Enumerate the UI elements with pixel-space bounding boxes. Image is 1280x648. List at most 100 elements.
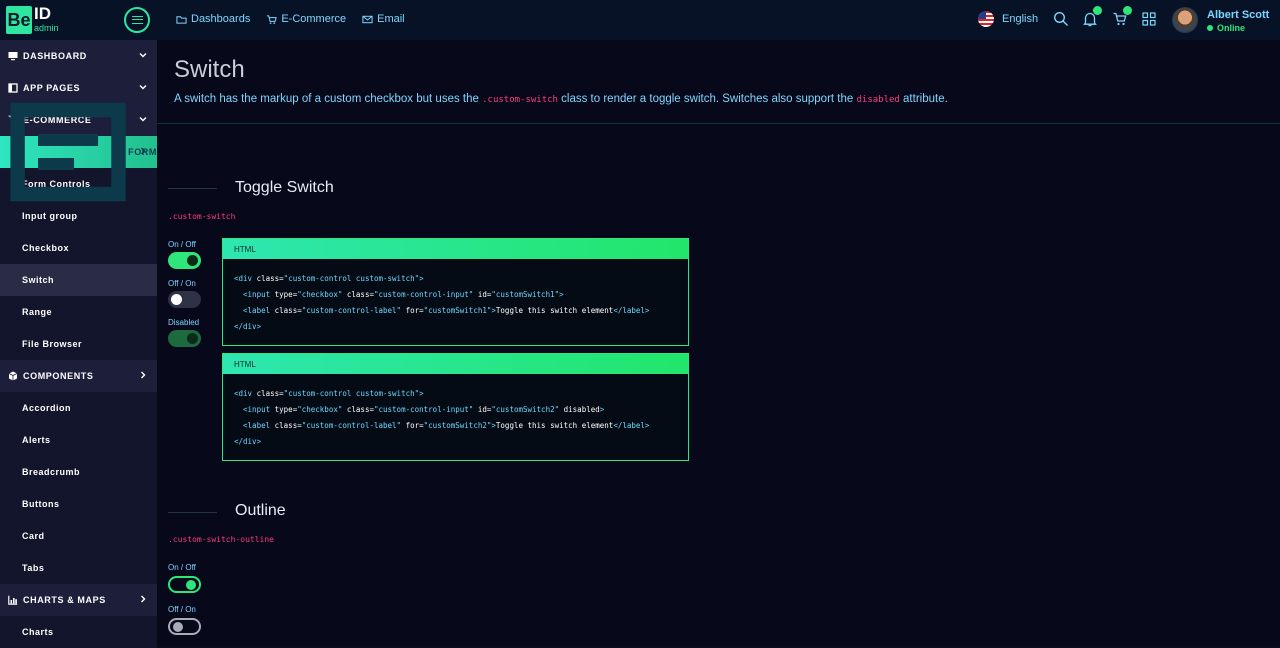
desc-text: class to render a toggle switch. Switche… [557,93,857,105]
outline-switch-on[interactable] [168,576,201,593]
chevron-right-icon [141,147,146,155]
search-button[interactable] [1053,11,1069,27]
notification-badge [1093,6,1102,15]
user-avatar[interactable] [1172,7,1198,33]
logo-text: ID admin [34,4,59,33]
switch-knob [186,580,196,590]
sidebar-item-label: DASHBOARD [23,51,87,61]
mail-icon [362,15,373,23]
search-icon [1053,11,1068,26]
sidebar-item-switch[interactable]: Switch [0,264,157,296]
code-block-header: HTML [223,354,688,374]
code-block: HTML <div class="custom-control custom-s… [222,238,689,346]
folder-icon [176,15,187,24]
sidebar-item-buttons[interactable]: Buttons [0,488,157,520]
chart-icon [8,595,18,605]
logo-id: ID [34,4,51,23]
sidebar-item-form[interactable]: FORM [0,102,157,202]
main-content: Switch A switch has the markup of a cust… [157,40,1280,646]
menu-toggle-button[interactable] [124,7,150,33]
nav-link-email[interactable]: Email [362,13,405,25]
form-icon [10,102,126,202]
code-block-header: HTML [223,239,688,259]
sidebar-item-tabs[interactable]: Tabs [0,552,157,584]
section-class-name: .custom-switch [168,212,236,221]
sidebar-item-charts[interactable]: Charts [0,616,157,648]
nav-link-dashboards[interactable]: Dashboards [176,13,250,25]
us-flag-icon [978,11,994,27]
nav-label: Dashboards [191,13,251,25]
chevron-right-icon [141,595,146,603]
switch-label: Disabled [168,318,200,327]
desc-code-attr: disabled [856,95,900,105]
nav-label: E-Commerce [281,13,347,25]
logo-admin: admin [34,23,59,33]
section-divider [168,512,217,513]
chevron-right-icon [141,371,146,379]
chevron-down-icon [139,85,147,90]
sidebar-item-dashboard[interactable]: DASHBOARD [0,40,157,72]
cube-icon [8,371,18,381]
cart-icon [267,14,278,24]
sidebar-item-charts-maps[interactable]: CHARTS & MAPS [0,584,157,616]
sidebar-item-card[interactable]: Card [0,520,157,552]
nav-link-ecommerce[interactable]: E-Commerce [266,13,346,25]
sidebar-item-checkbox[interactable]: Checkbox [0,232,157,264]
user-name: Albert Scott [1207,9,1270,21]
section-title-outline: Outline [235,502,286,519]
status-dot-icon [1207,25,1213,31]
switch-knob [173,622,183,632]
section-class-name: .custom-switch-outline [168,535,274,544]
switch-label: On / Off [168,563,196,572]
code-block-body[interactable]: <div class="custom-control custom-switch… [223,259,688,345]
sidebar-item-range[interactable]: Range [0,296,157,328]
user-status: Online [1207,23,1269,33]
switch-knob [187,333,198,344]
cart-badge [1123,6,1132,15]
desc-code-class: .custom-switch [482,95,558,105]
language-label: English [1002,13,1039,25]
toggle-switch-disabled [168,330,201,347]
sidebar-item-file-browser[interactable]: File Browser [0,328,157,360]
top-bar: Be ID admin Dashboards E-Commerce Email … [0,0,1280,40]
sidebar: DASHBOARD APP PAGES E-COMMERCE FORM Form… [0,40,157,648]
monitor-icon [8,52,18,61]
sidebar-item-alerts[interactable]: Alerts [0,424,157,456]
code-block-body[interactable]: <div class="custom-control custom-switch… [223,374,688,460]
toggle-switch-off[interactable] [168,291,201,308]
page-title: Switch [174,56,245,83]
desc-text: A switch has the markup of a custom chec… [174,93,483,105]
status-label: Online [1217,23,1246,33]
switch-knob [171,294,182,305]
desc-text: attribute. [899,93,948,105]
switch-label: Off / On [168,605,196,614]
grid-icon [1142,12,1156,26]
chevron-down-icon [139,117,147,122]
app-logo[interactable]: Be ID admin [6,4,59,34]
outline-switch-off[interactable] [168,618,201,635]
chevron-down-icon [139,53,147,58]
sidebar-item-label: COMPONENTS [23,371,94,381]
sidebar-item-breadcrumb[interactable]: Breadcrumb [0,456,157,488]
apps-button[interactable] [1141,11,1157,27]
section-title-toggle: Toggle Switch [235,179,334,196]
nav-label: Email [377,13,405,25]
switch-label: Off / On [168,279,196,288]
user-menu[interactable]: Albert Scott Online [1207,9,1269,33]
toggle-switch-on[interactable] [168,252,201,269]
page-header: Switch A switch has the markup of a cust… [174,56,948,105]
switch-knob [187,255,198,266]
code-block: HTML <div class="custom-control custom-s… [222,353,689,461]
hamburger-icon [131,16,143,24]
sidebar-item-accordion[interactable]: Accordion [0,392,157,424]
cart-button[interactable] [1112,6,1132,27]
notifications-button[interactable] [1082,6,1102,27]
language-selector[interactable]: English [978,11,1038,27]
switch-label: On / Off [168,240,196,249]
sidebar-item-label: CHARTS & MAPS [23,595,106,605]
top-nav: Dashboards E-Commerce Email [176,13,405,25]
section-divider [168,188,217,189]
sidebar-item-components[interactable]: COMPONENTS [0,360,157,392]
header-divider [157,123,1280,124]
logo-mark: Be [6,6,32,34]
